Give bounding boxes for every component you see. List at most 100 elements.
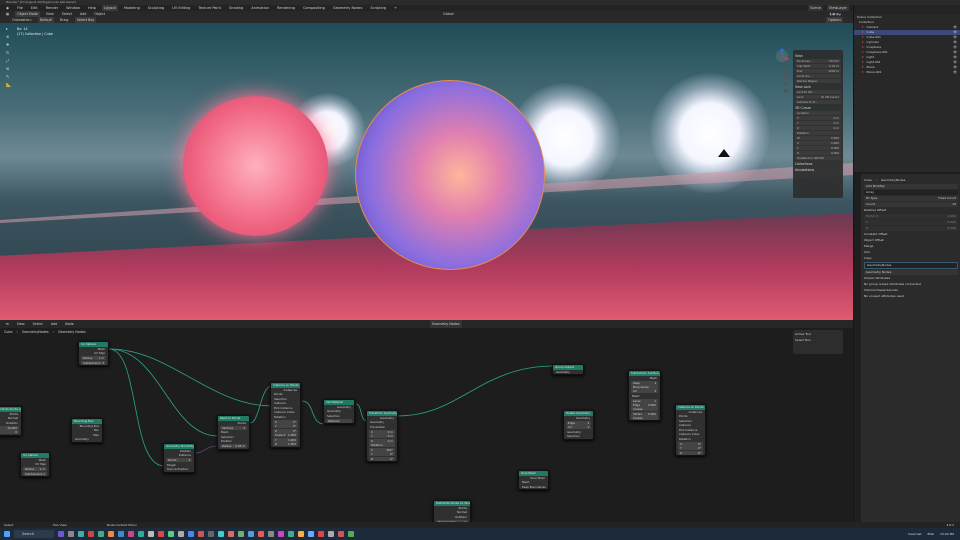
taskbar-app-icon[interactable]	[68, 531, 74, 537]
node-value-field[interactable]: X 0 m	[369, 429, 395, 434]
taskbar-app-icon[interactable]	[348, 531, 354, 537]
node[interactable]: Subdivision Surface Mesh Keep Boundaries ▾ A…	[628, 370, 661, 421]
outliner-item[interactable]: ▾ Plane.001 👁	[854, 70, 960, 75]
input-socket[interactable]: Keep Boundaries	[519, 485, 548, 490]
node-value-field[interactable]: Y 1.000	[273, 437, 298, 442]
taskbar-search[interactable]: Search	[14, 530, 54, 538]
node-canvas[interactable]: Distribute Points on FacesPointsNormalRo…	[0, 336, 853, 522]
output-socket[interactable]: Rotation	[0, 421, 21, 426]
input-socket[interactable]: Selection	[564, 434, 593, 439]
node-value-field[interactable]: Radius 0.05 m	[220, 444, 247, 448]
output-socket[interactable]: UV Map	[79, 351, 108, 356]
node-value-field[interactable]: 10.000	[0, 425, 19, 430]
factor-x-field[interactable]: Factor X 1.000	[864, 214, 958, 219]
view-panel-header[interactable]: View	[795, 54, 841, 58]
taskbar-app-icon[interactable]	[118, 531, 124, 537]
faceted-sphere-selected[interactable]	[355, 80, 545, 270]
taskbar-app-icon[interactable]	[148, 531, 154, 537]
input-socket[interactable]: Geometry	[553, 370, 583, 375]
output-socket[interactable]: Rotation	[434, 515, 470, 520]
taskbar-app-icon[interactable]	[198, 531, 204, 537]
annotations-header[interactable]: Annotations	[795, 168, 841, 172]
node-mode-dropdown[interactable]: All ▾	[566, 425, 591, 429]
camera-object-icon[interactable]	[718, 149, 730, 157]
3d-cursor-header[interactable]: 3D Cursor	[795, 106, 841, 110]
taskbar-app-icon[interactable]	[268, 531, 274, 537]
node-value-field[interactable]: Z 0°	[369, 456, 395, 461]
input-socket[interactable]: Source Position	[164, 467, 194, 472]
node-group-selector[interactable]: Geometry Nodes	[864, 270, 958, 275]
focal-length-field[interactable]: Focal Len... 50 mm	[795, 59, 841, 63]
node[interactable]: Dual Mesh Dual Mesh Mesh Keep Boundaries	[518, 470, 549, 490]
taskbar-app-icon[interactable]	[58, 531, 64, 537]
node-value-field[interactable]: 0	[0, 430, 19, 434]
node[interactable]: Distribute Points on FacesPointsNormalRo…	[0, 406, 22, 436]
node-mode-dropdown[interactable]: Points ▾	[166, 458, 192, 462]
count-field[interactable]: Count 10	[864, 202, 958, 207]
array-modifier-header[interactable]: Array	[864, 190, 958, 195]
node[interactable]: Bounding Box Bounding Box Min Max Geometry	[71, 418, 103, 443]
node-value-field[interactable]: Radius 1 m	[23, 467, 47, 471]
collections-header[interactable]: Collections	[795, 162, 841, 166]
output-socket[interactable]: Distance	[164, 453, 194, 458]
node-mode-dropdown[interactable]: Vertices ▾	[220, 425, 247, 430]
breadcrumb-item[interactable]: GeometryNodes	[22, 328, 49, 336]
lock-to-cursor-checkbox[interactable]: To 3D Cursor	[821, 95, 839, 99]
node-title[interactable]: Geometry Proximity	[164, 444, 194, 449]
uvs-panel[interactable]: UVs	[864, 250, 958, 255]
taskbar-app-icon[interactable]	[208, 531, 214, 537]
taskbar-app-icon[interactable]	[248, 531, 254, 537]
active-tool-header[interactable]: Active Tool	[795, 332, 841, 336]
node-value-field[interactable]: Radius 1 m	[81, 356, 106, 360]
taskbar-app-icon[interactable]	[168, 531, 174, 537]
input-socket[interactable]: Rotation	[271, 415, 300, 420]
local-camera-toggle[interactable]: Local Ca...	[795, 74, 841, 78]
clip-end-field[interactable]: End 1000 m	[795, 69, 841, 73]
clock[interactable]: 10:00 PM	[940, 528, 954, 540]
node-value-field[interactable]: Y 0°	[678, 446, 703, 450]
breadcrumb-item[interactable]: Geometry Nodes	[58, 328, 86, 336]
rotate-tool-icon[interactable]: ↻	[6, 50, 12, 55]
pink-sphere[interactable]	[183, 96, 328, 236]
output-socket[interactable]: Mesh	[629, 376, 660, 381]
taskbar-app-icon[interactable]	[88, 531, 94, 537]
rotation-mode-dropdown[interactable]: Quaternion (WXYZ)	[795, 156, 841, 160]
cursor-x-field[interactable]: X 0 m	[795, 116, 841, 120]
taskbar-app-icon[interactable]	[288, 531, 294, 537]
caps-panel[interactable]: Caps	[864, 256, 958, 261]
start-icon[interactable]	[4, 531, 10, 537]
node[interactable]: Ico Sphere Mesh UV Map Radius 1 m Subdivision…	[78, 341, 109, 366]
editor-type-icon[interactable]: ⊟	[4, 320, 11, 328]
scale-tool-icon[interactable]: ⤢	[6, 58, 12, 63]
menu-node[interactable]: Node	[63, 320, 76, 328]
merge-toggle[interactable]: Merge	[864, 244, 958, 249]
node-value-field[interactable]: X 0°	[678, 441, 703, 446]
node-value-field[interactable]: Rotation	[369, 443, 395, 447]
output-attributes-panel[interactable]: Output Attributes	[864, 276, 958, 281]
properties-tabs[interactable]	[854, 174, 861, 528]
rot-z-field[interactable]: Z 0.000	[795, 151, 841, 155]
node-mode-dropdown[interactable]: Edge ▾	[566, 420, 591, 425]
factor-z-field[interactable]: Z 0.000	[864, 226, 958, 231]
node[interactable]: Ico Sphere Mesh UV Map Radius 1 m Subdivision…	[20, 452, 50, 477]
rot-y-field[interactable]: Y 0.000	[795, 146, 841, 150]
cursor-tool-icon[interactable]: ⊕	[6, 34, 12, 39]
render-region-checkbox[interactable]: Render Region	[795, 79, 841, 83]
taskbar-app-icon[interactable]	[128, 531, 134, 537]
fit-type-dropdown[interactable]: Fit Type Fixed Count	[864, 196, 958, 201]
node-value-field[interactable]: Edge Crease 0.000	[631, 403, 658, 411]
node[interactable]: Set Material Geometry Geometry Selection Mat…	[323, 399, 355, 424]
node-title[interactable]: Instance on Points	[676, 405, 705, 410]
taskbar-app-icon[interactable]	[188, 531, 194, 537]
language-indicator[interactable]: ENG	[928, 528, 934, 540]
taskbar-app-icon[interactable]	[298, 531, 304, 537]
input-socket[interactable]: Geometry	[72, 437, 102, 442]
rot-w-field[interactable]: W 0.000	[795, 136, 841, 140]
taskbar-app-icon[interactable]	[318, 531, 324, 537]
node-value-field[interactable]: Subdivisions 1	[23, 471, 47, 476]
node[interactable]: Geometry Proximity Position Distance Points…	[163, 443, 195, 473]
node-title[interactable]: Transform Geometry	[367, 411, 397, 416]
node[interactable]: Mesh to Points Points Vertices ▾ Mesh Selecti…	[217, 415, 250, 450]
node-value-field[interactable]: Material	[326, 418, 352, 423]
taskbar-app-icon[interactable]	[98, 531, 104, 537]
